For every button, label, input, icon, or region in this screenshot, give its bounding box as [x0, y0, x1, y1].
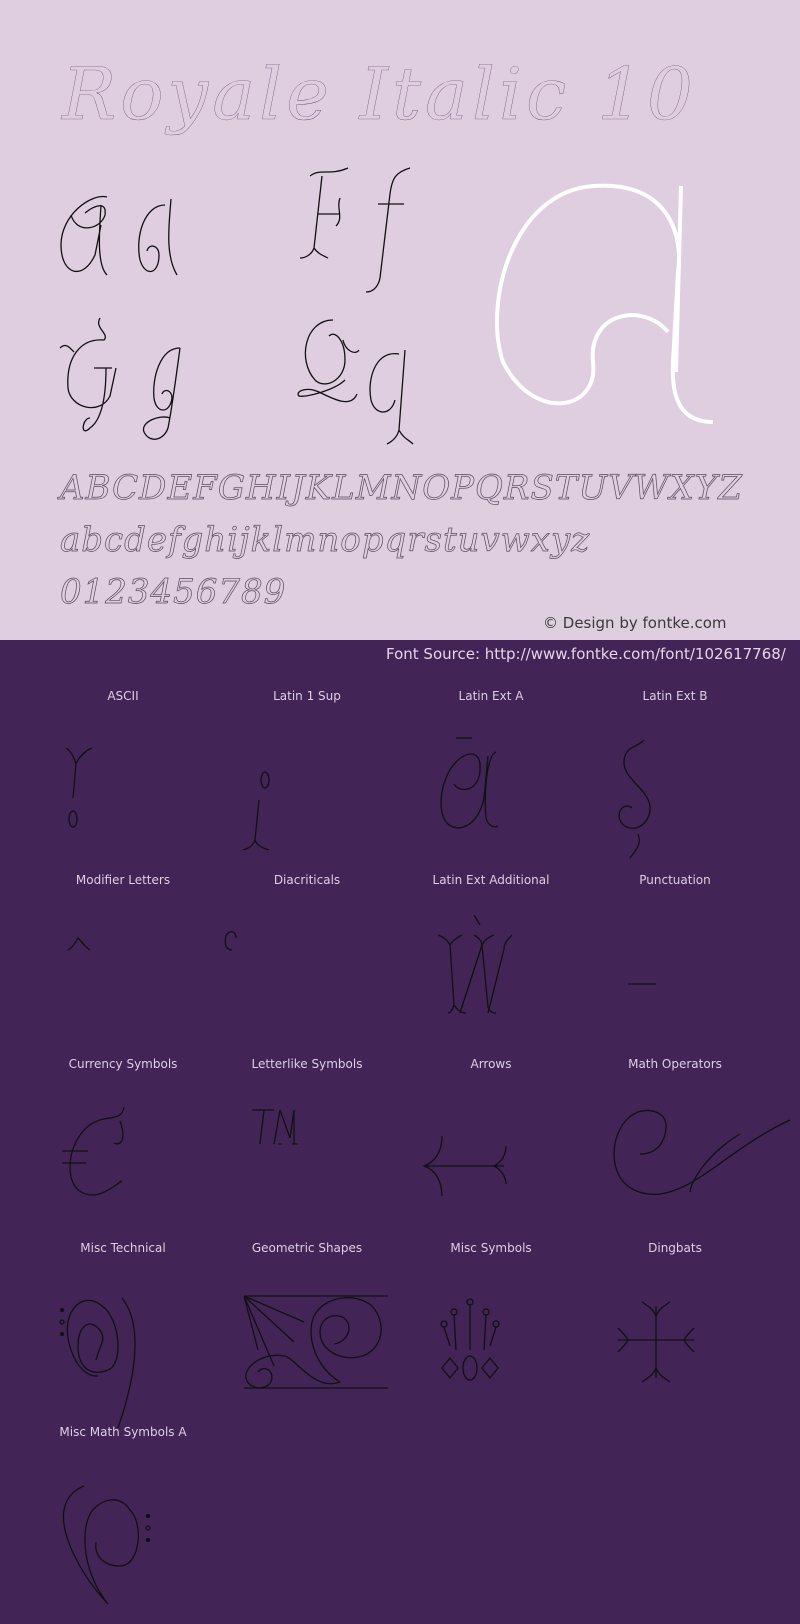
- block-label: Diacriticals: [273, 873, 341, 887]
- digits-sample: 0123456789: [60, 572, 287, 613]
- specimen-ff: [299, 167, 411, 293]
- glyph-misc-symbols-crown: [440, 1298, 500, 1381]
- lowercase-sample: abcdefghijklmnopqrstuvwxyz: [60, 520, 591, 561]
- glyph-punctuation-figure-dash: [628, 983, 656, 985]
- glyph-misc-math-a: [62, 1485, 151, 1605]
- block-label: Math Operators: [628, 1057, 722, 1071]
- block-label: Modifier Letters: [75, 873, 171, 887]
- block-label: Dingbats: [648, 1241, 702, 1255]
- block-label: Arrows: [470, 1057, 512, 1071]
- specimen-aa: [60, 195, 178, 276]
- block-label: Latin Ext A: [458, 689, 524, 703]
- block-label: Latin 1 Sup: [273, 689, 341, 703]
- glyph-diacritical-hook: [224, 931, 237, 951]
- block-label: Currency Symbols: [68, 1057, 178, 1071]
- uppercase-sample: ABCDEFGHIJKLMNOPQRSTUVWXYZ: [60, 468, 743, 509]
- specimen-qq: [297, 319, 414, 445]
- block-label: Latin Ext B: [642, 689, 708, 703]
- block-label: Latin Ext Additional: [432, 873, 550, 887]
- glyph-modifier-circumflex: [67, 936, 91, 951]
- specimen-gg: [59, 317, 181, 440]
- glyph-left-arrow: [421, 1135, 507, 1197]
- copyright-text: © Design by fontke.com: [543, 614, 727, 632]
- glyph-dingbat-cross: [617, 1301, 695, 1383]
- glyph-trademark: [252, 1109, 298, 1145]
- block-label: Misc Symbols: [450, 1241, 532, 1255]
- glyph-latin-ext-b-scedilla: [618, 739, 651, 859]
- glyph-latin-ext-a-amacron: [440, 737, 499, 829]
- glyph-misc-technical: [59, 1297, 136, 1429]
- glyph-geometric-ornament: [243, 1295, 388, 1389]
- font-title: Royale Italic 10: [62, 52, 697, 136]
- block-label: Geometric Shapes: [251, 1241, 363, 1255]
- block-label: Misc Technical: [80, 1241, 166, 1255]
- glyph-latin1-inverted-i: [242, 771, 270, 851]
- glyph-latin-ext-add-wgrave: [437, 914, 513, 1014]
- glyph-ascii-inverted-exclaim: [65, 747, 93, 828]
- large-glyph-a: [495, 183, 714, 424]
- font-source-link[interactable]: Font Source: http://www.fontke.com/font/…: [386, 645, 786, 663]
- block-label: ASCII: [107, 689, 139, 703]
- glyph-math-ornament: [613, 1109, 791, 1195]
- glyph-euro: [62, 1106, 125, 1196]
- block-label: Letterlike Symbols: [251, 1057, 363, 1071]
- block-label: Punctuation: [639, 873, 711, 887]
